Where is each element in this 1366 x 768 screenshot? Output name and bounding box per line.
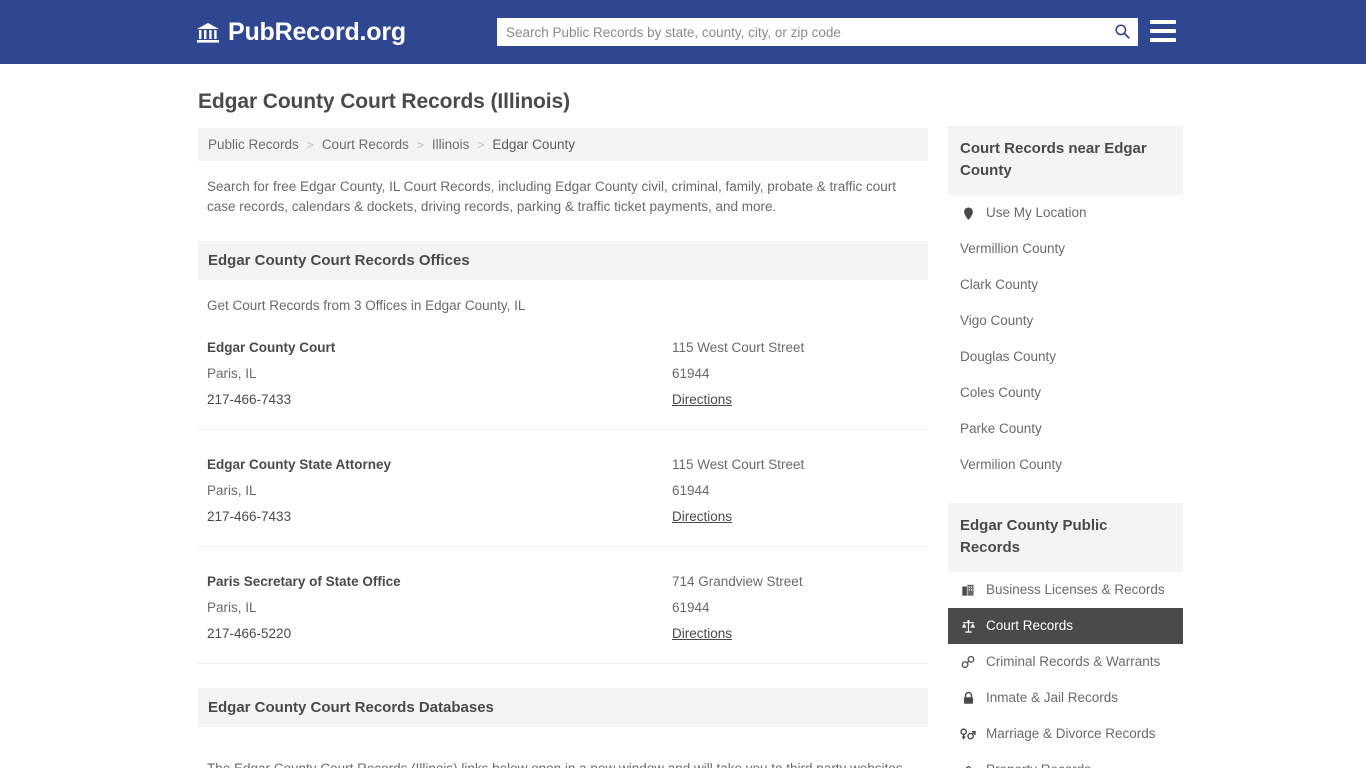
sidebar-item-label: Court Records	[986, 618, 1074, 633]
office-city-state: Paris, IL	[207, 600, 257, 615]
sidebar-item-inmate-jail-records[interactable]: Inmate & Jail Records	[948, 680, 1183, 716]
office-city-state: Paris, IL	[207, 366, 257, 381]
sidebar-item-property-records[interactable]: Property Records	[948, 752, 1183, 768]
sidebar-item-label: Coles County	[960, 385, 1042, 400]
sidebar-item-label: Property Records	[986, 761, 1091, 768]
databases-section-description: The Edgar County Court Records (Illinois…	[207, 760, 903, 768]
offices-section-note: Get Court Records from 3 Offices in Edga…	[207, 298, 526, 313]
sidebar-public-records-heading: Edgar County Public Records	[948, 503, 1183, 572]
sidebar-item-label: Inmate & Jail Records	[986, 690, 1119, 705]
lock-icon	[960, 690, 976, 706]
office-street: 115 West Court Street	[672, 340, 805, 355]
sidebar-item-court-records[interactable]: Court Records	[948, 608, 1183, 644]
office-left-column: Edgar County Court Paris, IL 217-466-743…	[207, 335, 672, 413]
breadcrumb-separator: >	[306, 137, 314, 152]
sidebar-item-clark-county[interactable]: Clark County	[948, 267, 1183, 303]
site-logo-text: PubRecord.org	[228, 18, 406, 46]
breadcrumb-item-court-records[interactable]: Court Records	[322, 137, 409, 152]
search-icon	[1113, 22, 1131, 43]
office-zip: 61944	[672, 600, 710, 615]
page-intro-text: Search for free Edgar County, IL Court R…	[207, 179, 897, 214]
sidebar-item-label: Marriage & Divorce Records	[986, 726, 1156, 741]
map-pin-icon	[960, 205, 976, 221]
page-title: Edgar County Court Records (Illinois)	[198, 90, 570, 113]
sidebar-item-label: Parke County	[960, 421, 1042, 436]
sidebar-item-label: Business Licenses & Records	[986, 582, 1165, 597]
gender-symbols-icon	[960, 726, 976, 742]
office-phone: 217-466-5220	[207, 626, 292, 641]
sidebar-item-label: Vermilion County	[960, 457, 1063, 472]
office-left-column: Paris Secretary of State Office Paris, I…	[207, 569, 672, 647]
site-header: PubRecord.org	[0, 0, 1366, 64]
sidebar-nearby-list: Use My Location Vermillion County Clark …	[948, 195, 1183, 483]
table-row: Edgar County State Attorney Paris, IL 21…	[198, 430, 928, 547]
sidebar-item-parke-county[interactable]: Parke County	[948, 411, 1183, 447]
breadcrumb-separator: >	[416, 137, 424, 152]
site-logo[interactable]: PubRecord.org	[196, 18, 406, 47]
sidebar-item-label: Use My Location	[986, 205, 1087, 220]
page-body: Edgar County Court Records (Illinois) Pu…	[0, 64, 1366, 768]
breadcrumb-item-edgar-county: Edgar County	[492, 137, 575, 152]
sidebar-item-label: Clark County	[960, 277, 1039, 292]
office-street: 115 West Court Street	[672, 457, 805, 472]
directions-link[interactable]: Directions	[672, 621, 732, 647]
office-name: Paris Secretary of State Office	[207, 574, 401, 589]
bank-icon	[196, 21, 220, 45]
search-button[interactable]	[1107, 19, 1137, 45]
sidebar-item-label: Criminal Records & Warrants	[986, 654, 1161, 669]
office-phone: 217-466-7433	[207, 392, 292, 407]
sidebar: Court Records near Edgar County Use My L…	[948, 64, 1183, 768]
office-left-column: Edgar County State Attorney Paris, IL 21…	[207, 452, 672, 530]
sidebar-public-records-list: Business Licenses & Records Court Record…	[948, 572, 1183, 768]
breadcrumb-item-illinois[interactable]: Illinois	[432, 137, 470, 152]
sidebar-item-label: Douglas County	[960, 349, 1057, 364]
directions-link[interactable]: Directions	[672, 504, 732, 530]
house-icon	[960, 762, 976, 768]
sidebar-item-vermilion-county[interactable]: Vermilion County	[948, 447, 1183, 483]
sidebar-item-vigo-county[interactable]: Vigo County	[948, 303, 1183, 339]
table-row: Paris Secretary of State Office Paris, I…	[198, 547, 928, 664]
breadcrumb-item-public-records[interactable]: Public Records	[208, 137, 299, 152]
sidebar-nearby-heading: Court Records near Edgar County	[948, 126, 1183, 195]
offices-section-heading: Edgar County Court Records Offices	[198, 241, 928, 280]
main-column: Edgar County Court Records (Illinois) Pu…	[198, 64, 928, 768]
sidebar-item-douglas-county[interactable]: Douglas County	[948, 339, 1183, 375]
content-container: Edgar County Court Records (Illinois) Pu…	[198, 64, 1183, 768]
sidebar-item-coles-county[interactable]: Coles County	[948, 375, 1183, 411]
sidebar-item-label: Vermillion County	[960, 241, 1066, 256]
office-right-column: 714 Grandview Street 61944 Directions	[672, 569, 919, 647]
directions-link[interactable]: Directions	[672, 387, 732, 413]
search-bar	[497, 18, 1138, 46]
scales-icon	[960, 618, 976, 634]
breadcrumb-separator: >	[477, 137, 485, 152]
office-name: Edgar County Court	[207, 340, 336, 355]
breadcrumb: Public Records > Court Records > Illinoi…	[198, 128, 928, 161]
briefcase-icon	[960, 582, 976, 598]
office-right-column: 115 West Court Street 61944 Directions	[672, 452, 919, 530]
search-input[interactable]	[498, 19, 1107, 45]
office-right-column: 115 West Court Street 61944 Directions	[672, 335, 919, 413]
sidebar-item-use-my-location[interactable]: Use My Location	[948, 195, 1183, 231]
sidebar-item-label: Vigo County	[960, 313, 1034, 328]
office-street: 714 Grandview Street	[672, 574, 803, 589]
office-name: Edgar County State Attorney	[207, 457, 392, 472]
office-zip: 61944	[672, 366, 710, 381]
sidebar-item-criminal-records[interactable]: Criminal Records & Warrants	[948, 644, 1183, 680]
office-phone: 217-466-7433	[207, 509, 292, 524]
sidebar-item-vermillion-county[interactable]: Vermillion County	[948, 231, 1183, 267]
sidebar-item-business-licenses[interactable]: Business Licenses & Records	[948, 572, 1183, 608]
office-zip: 61944	[672, 483, 710, 498]
handcuffs-icon	[960, 654, 976, 670]
sidebar-item-marriage-divorce-records[interactable]: Marriage & Divorce Records	[948, 716, 1183, 752]
databases-section-heading: Edgar County Court Records Databases	[198, 688, 928, 727]
hamburger-menu-icon[interactable]	[1150, 20, 1176, 42]
office-city-state: Paris, IL	[207, 483, 257, 498]
table-row: Edgar County Court Paris, IL 217-466-743…	[198, 313, 928, 430]
